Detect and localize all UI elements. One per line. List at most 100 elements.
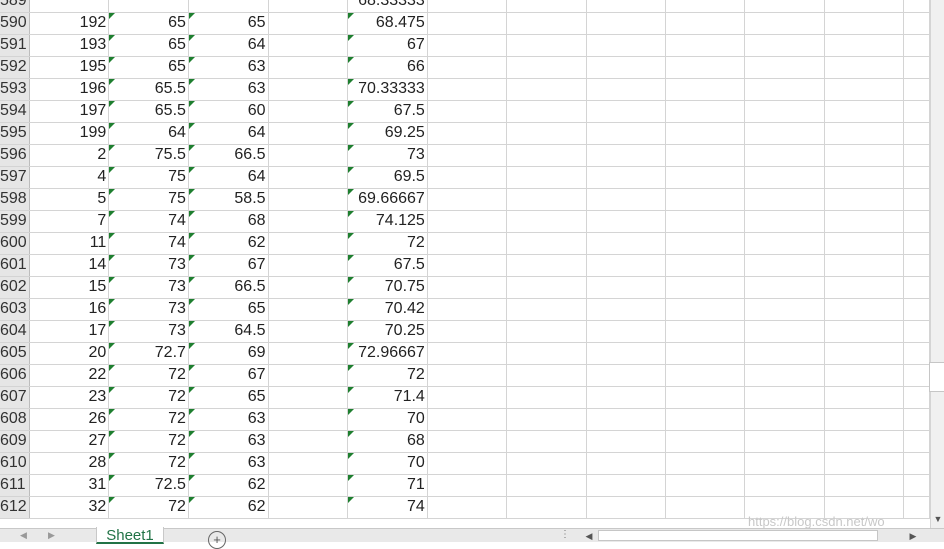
cell[interactable]: [744, 298, 825, 321]
row-header[interactable]: 610: [0, 452, 30, 475]
cell[interactable]: 70: [347, 408, 428, 431]
cell[interactable]: 70.25: [347, 320, 428, 343]
cell[interactable]: [665, 298, 746, 321]
cell[interactable]: [427, 210, 508, 233]
cell[interactable]: [744, 232, 825, 255]
cell[interactable]: [268, 188, 348, 211]
cell[interactable]: [744, 188, 825, 211]
cell[interactable]: 64.5: [188, 320, 269, 343]
row-header[interactable]: 592: [0, 56, 30, 79]
cell[interactable]: [744, 144, 825, 167]
cell[interactable]: [268, 430, 348, 453]
scroll-right-arrow-icon[interactable]: ▶: [906, 530, 920, 542]
next-sheet-arrow-icon[interactable]: ▶: [48, 530, 55, 541]
cell[interactable]: [903, 144, 930, 167]
cell[interactable]: 63: [188, 56, 269, 79]
cell[interactable]: [268, 34, 348, 57]
cell[interactable]: [903, 342, 930, 365]
cell[interactable]: [744, 474, 825, 497]
cell[interactable]: [506, 12, 587, 35]
cell[interactable]: 62: [188, 474, 269, 497]
cell[interactable]: [586, 122, 666, 145]
cell[interactable]: 4: [29, 166, 110, 189]
cell[interactable]: [586, 298, 666, 321]
cell[interactable]: [506, 452, 587, 475]
cell[interactable]: [586, 320, 666, 343]
cell[interactable]: [268, 342, 348, 365]
cell[interactable]: [506, 496, 587, 519]
cell[interactable]: [427, 430, 508, 453]
cell[interactable]: [903, 188, 930, 211]
cell[interactable]: 73: [108, 254, 189, 277]
cell[interactable]: [506, 144, 587, 167]
cell[interactable]: [665, 166, 746, 189]
cell[interactable]: [506, 210, 587, 233]
cell[interactable]: [586, 166, 666, 189]
cell[interactable]: [903, 0, 930, 13]
cell[interactable]: 26: [29, 408, 110, 431]
cell[interactable]: [665, 122, 746, 145]
cell[interactable]: [427, 34, 508, 57]
cell[interactable]: [506, 232, 587, 255]
cell[interactable]: 65.5: [108, 78, 189, 101]
cell[interactable]: [427, 474, 508, 497]
cell[interactable]: [427, 232, 508, 255]
cell[interactable]: 70.42: [347, 298, 428, 321]
cell[interactable]: 62: [188, 496, 269, 519]
cell[interactable]: [744, 386, 825, 409]
cell[interactable]: [903, 474, 930, 497]
cell[interactable]: [665, 210, 746, 233]
cell[interactable]: [506, 276, 587, 299]
cell[interactable]: [586, 78, 666, 101]
cell[interactable]: 64: [108, 122, 189, 145]
cell[interactable]: [665, 452, 746, 475]
sheet-tab[interactable]: Sheet1: [96, 527, 164, 544]
tab-splitter-icon[interactable]: ⋮: [560, 529, 570, 540]
row-header[interactable]: 606: [0, 364, 30, 387]
cell[interactable]: 31: [29, 474, 110, 497]
cell[interactable]: 11: [29, 232, 110, 255]
cell[interactable]: 67.5: [347, 100, 428, 123]
cell[interactable]: [268, 320, 348, 343]
cell[interactable]: [824, 276, 905, 299]
cell[interactable]: [903, 254, 930, 277]
cell[interactable]: [665, 254, 746, 277]
cell[interactable]: 65.5: [108, 100, 189, 123]
cell[interactable]: [506, 188, 587, 211]
cell[interactable]: [506, 166, 587, 189]
cell[interactable]: 73: [108, 320, 189, 343]
cell[interactable]: 72.96667: [347, 342, 428, 365]
cell[interactable]: [824, 100, 905, 123]
add-sheet-button[interactable]: +: [208, 531, 226, 549]
cell[interactable]: 75: [108, 166, 189, 189]
cell[interactable]: [586, 100, 666, 123]
cell[interactable]: [268, 144, 348, 167]
cell[interactable]: 72.5: [108, 474, 189, 497]
row-header[interactable]: 611: [0, 474, 30, 497]
cell[interactable]: 23: [29, 386, 110, 409]
cell[interactable]: [268, 496, 348, 519]
cell[interactable]: [586, 496, 666, 519]
cell[interactable]: 192: [29, 12, 110, 35]
cell[interactable]: 72: [347, 364, 428, 387]
cell[interactable]: 65: [108, 12, 189, 35]
cell[interactable]: [268, 298, 348, 321]
cell[interactable]: [744, 166, 825, 189]
row-header[interactable]: 598: [0, 188, 30, 211]
cell[interactable]: 7: [29, 210, 110, 233]
cell[interactable]: [506, 408, 587, 431]
row-header[interactable]: 595: [0, 122, 30, 145]
cell[interactable]: 70: [347, 452, 428, 475]
cell[interactable]: 28: [29, 452, 110, 475]
cell[interactable]: 64: [188, 122, 269, 145]
cell[interactable]: [427, 78, 508, 101]
cell[interactable]: [665, 408, 746, 431]
cell[interactable]: [427, 254, 508, 277]
cell[interactable]: [427, 100, 508, 123]
cell[interactable]: 66.5: [188, 276, 269, 299]
cell[interactable]: [824, 232, 905, 255]
cell[interactable]: [268, 408, 348, 431]
cell[interactable]: [29, 0, 110, 13]
cell[interactable]: [427, 144, 508, 167]
cell[interactable]: [506, 100, 587, 123]
